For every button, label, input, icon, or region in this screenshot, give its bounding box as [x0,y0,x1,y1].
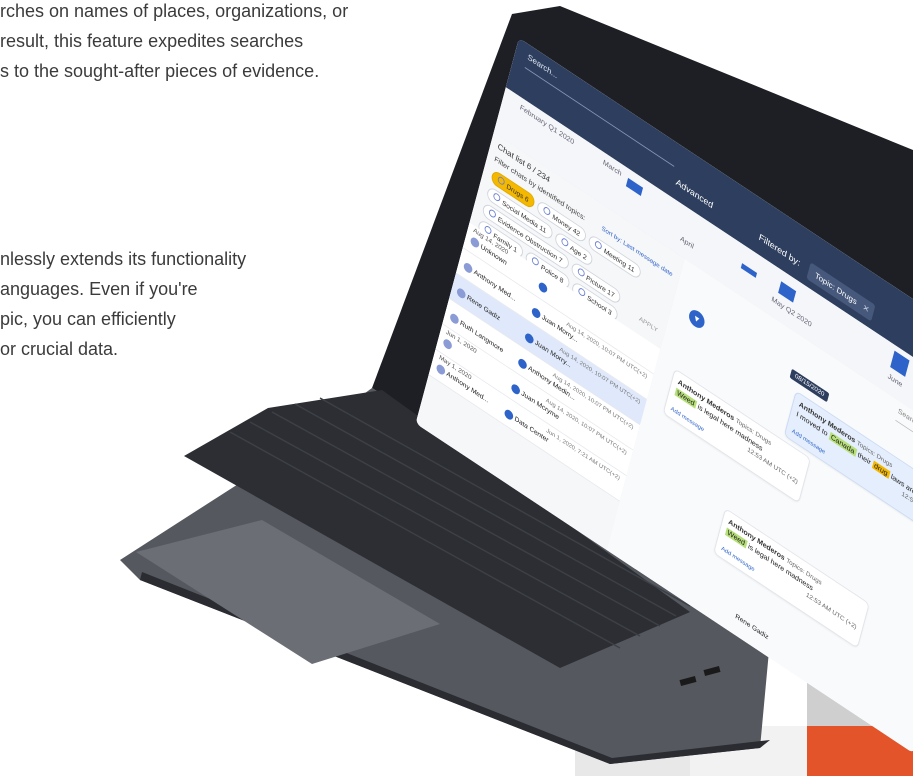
timeline-bar [625,177,644,196]
message-time: 12:53 AM UTC (+2) [746,446,799,486]
timeline-bar [890,350,910,377]
avatar [524,331,535,346]
avatar [456,286,467,301]
radio-icon [488,208,497,220]
avatar [537,280,549,295]
message-text: Weed is legal here madness [724,527,860,622]
avatar [510,382,521,397]
avatar [449,311,460,326]
message-text: Weed is legal here madness [674,387,800,478]
filter-icon[interactable]: ▼ [687,306,707,332]
timeline-bar [740,263,758,278]
avatar [530,306,542,320]
radio-icon [497,175,506,187]
radio-icon [560,236,569,248]
radio-icon [542,205,552,217]
avatar [462,261,474,275]
avatar [503,407,515,422]
topic-chip-label: Age 2 [569,243,588,262]
sender-name: Rene Gadiz [734,611,770,642]
radio-icon [594,239,603,251]
radio-icon [492,191,502,203]
radio-icon [576,266,586,278]
avatar [517,357,528,371]
close-icon[interactable]: ✕ [861,298,872,319]
message-bubble[interactable]: Anthony Mederos Topics: Drugs Weed is leg… [713,507,870,649]
timeline-label: April [679,234,695,251]
